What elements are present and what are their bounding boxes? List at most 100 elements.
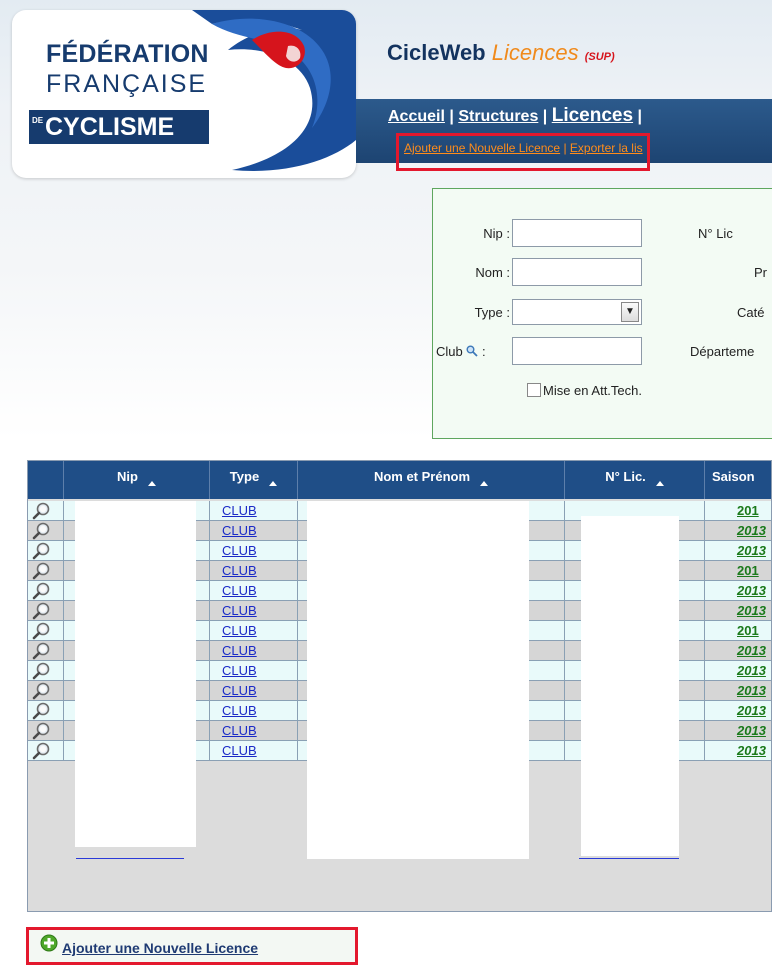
categorie-label: Caté	[737, 305, 765, 320]
header-label: N° Lic.	[605, 469, 646, 484]
nav-separator: |	[542, 108, 548, 125]
prenom-label: Pr	[754, 265, 767, 280]
header-label: Nip	[117, 469, 138, 484]
season-cell: 2013	[705, 581, 771, 601]
season-link[interactable]: 201	[737, 623, 759, 638]
add-licence-button[interactable]: Ajouter une Nouvelle Licence	[62, 940, 258, 956]
departement-label: Départeme	[690, 344, 755, 359]
club-label-colon: :	[482, 344, 486, 359]
row-action-cell	[28, 721, 64, 741]
nav-separator: |	[637, 108, 642, 125]
column-header-nlic[interactable]: N° Lic.	[565, 461, 705, 499]
type-cell: CLUB	[210, 701, 298, 721]
logo-swoosh-icon	[192, 10, 356, 171]
header-label: Type	[229, 469, 260, 484]
type-link[interactable]: CLUB	[222, 703, 257, 718]
sort-asc-icon[interactable]	[269, 481, 278, 487]
grid-header: Nip Type Nom et Prénom N° Lic. Saison	[28, 461, 771, 499]
row-action-cell	[28, 541, 64, 561]
nlic-label: N° Lic	[698, 226, 733, 241]
column-header-nip[interactable]: Nip	[64, 461, 210, 499]
sort-asc-icon[interactable]	[147, 481, 156, 487]
column-header-nom[interactable]: Nom et Prénom	[298, 461, 565, 499]
season-link[interactable]: 201	[737, 563, 759, 578]
type-cell: CLUB	[210, 661, 298, 681]
column-header-saison[interactable]: Saison	[705, 461, 771, 499]
sort-asc-icon[interactable]	[480, 481, 489, 487]
type-link[interactable]: CLUB	[222, 683, 257, 698]
type-link[interactable]: CLUB	[222, 663, 257, 678]
mise-en-att-label: Mise en Att.Tech.	[543, 383, 642, 398]
nip-link-underline	[76, 858, 184, 859]
season-link[interactable]: 2013	[737, 523, 766, 538]
type-link[interactable]: CLUB	[222, 623, 257, 638]
row-action-cell	[28, 521, 64, 541]
type-cell: CLUB	[210, 641, 298, 661]
season-link[interactable]: 2013	[737, 583, 766, 598]
nav-separator: |	[449, 108, 454, 125]
type-cell: CLUB	[210, 601, 298, 621]
season-link[interactable]: 2013	[737, 543, 766, 558]
type-label: Type :	[474, 305, 510, 320]
season-link[interactable]: 201	[737, 503, 759, 518]
type-link[interactable]: CLUB	[222, 503, 257, 518]
type-cell: CLUB	[210, 501, 298, 521]
column-header-actions	[28, 461, 64, 499]
type-link[interactable]: CLUB	[222, 523, 257, 538]
season-cell: 2013	[705, 521, 771, 541]
club-input[interactable]	[512, 337, 642, 365]
chevron-down-icon[interactable]: ▼	[621, 302, 639, 322]
season-link[interactable]: 2013	[737, 683, 766, 698]
type-link[interactable]: CLUB	[222, 643, 257, 658]
type-cell: CLUB	[210, 561, 298, 581]
season-cell: 201	[705, 561, 771, 581]
row-action-cell	[28, 641, 64, 661]
view-details-icon[interactable]	[31, 742, 53, 765]
season-link[interactable]: 2013	[737, 643, 766, 658]
row-action-cell	[28, 701, 64, 721]
club-label-text: Club	[436, 344, 463, 359]
mise-en-att-checkbox[interactable]	[527, 383, 541, 397]
type-link[interactable]: CLUB	[222, 743, 257, 758]
column-header-type[interactable]: Type	[210, 461, 298, 499]
season-link[interactable]: 2013	[737, 723, 766, 738]
row-action-cell	[28, 681, 64, 701]
nom-input[interactable]	[512, 258, 642, 286]
sort-asc-icon[interactable]	[655, 481, 664, 487]
club-label: Club :	[436, 344, 486, 359]
search-icon[interactable]	[466, 345, 479, 357]
type-link[interactable]: CLUB	[222, 723, 257, 738]
type-cell: CLUB	[210, 621, 298, 641]
season-cell: 2013	[705, 701, 771, 721]
type-select[interactable]: ▼	[512, 299, 642, 325]
season-cell: 2013	[705, 601, 771, 621]
season-cell: 2013	[705, 681, 771, 701]
add-icon[interactable]	[40, 934, 58, 952]
type-cell: CLUB	[210, 721, 298, 741]
season-link[interactable]: 2013	[737, 703, 766, 718]
redacted-name-column	[307, 501, 529, 859]
nav-structures[interactable]: Structures	[458, 108, 538, 125]
ffc-logo[interactable]: FÉDÉRATION FRANÇAISE DE CYCLISME	[12, 10, 356, 178]
type-link[interactable]: CLUB	[222, 583, 257, 598]
row-action-cell	[28, 561, 64, 581]
nav-licences[interactable]: Licences	[552, 105, 633, 126]
season-link[interactable]: 2013	[737, 603, 766, 618]
app-title: CicleWeb Licences (SUP)	[387, 40, 615, 66]
app-module: Licences	[491, 40, 579, 65]
logo-text-line1: FÉDÉRATION	[46, 40, 209, 68]
app-name: CicleWeb	[387, 40, 486, 65]
season-link[interactable]: 2013	[737, 663, 766, 678]
season-cell: 2013	[705, 541, 771, 561]
nip-input[interactable]	[512, 219, 642, 247]
row-action-cell	[28, 501, 64, 521]
season-cell: 2013	[705, 741, 771, 761]
type-link[interactable]: CLUB	[222, 563, 257, 578]
type-cell: CLUB	[210, 741, 298, 761]
nav-accueil[interactable]: Accueil	[388, 108, 445, 125]
type-link[interactable]: CLUB	[222, 603, 257, 618]
season-link[interactable]: 2013	[737, 743, 766, 758]
nip-label: Nip :	[483, 226, 510, 241]
nom-label: Nom :	[475, 265, 510, 280]
type-link[interactable]: CLUB	[222, 543, 257, 558]
